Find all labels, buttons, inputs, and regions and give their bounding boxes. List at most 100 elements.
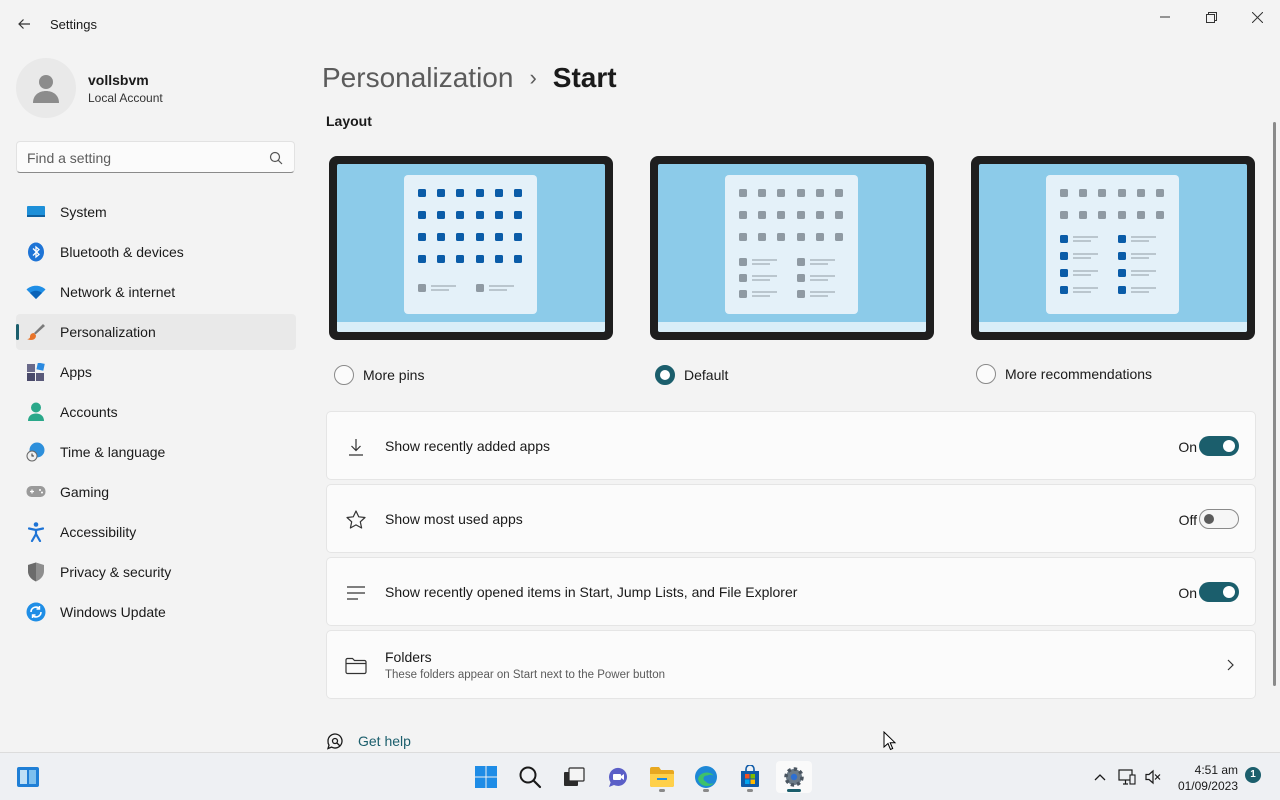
system-icon <box>26 202 46 222</box>
volume-button[interactable] <box>1142 753 1164 800</box>
sidebar-item-gaming[interactable]: Gaming <box>16 474 296 510</box>
user-icon <box>33 75 59 103</box>
layout-preview-more-pins[interactable] <box>329 156 613 340</box>
setting-folders[interactable]: Folders These folders appear on Start ne… <box>326 630 1256 699</box>
radio-label: More recommendations <box>1005 366 1153 382</box>
sidebar-item-label: Personalization <box>60 324 156 340</box>
edge-icon <box>695 766 717 788</box>
chevron-right-icon <box>1227 659 1234 671</box>
file-explorer-icon <box>650 767 674 787</box>
layout-section-title: Layout <box>326 113 372 129</box>
volume-muted-icon <box>1145 769 1161 785</box>
sidebar-item-label: System <box>60 204 107 220</box>
chat-button[interactable] <box>600 761 636 793</box>
sidebar-item-label: Windows Update <box>60 604 166 620</box>
apps-icon <box>26 362 46 382</box>
widgets-button[interactable] <box>10 753 46 800</box>
sidebar-item-apps[interactable]: Apps <box>16 354 296 390</box>
shield-icon <box>26 562 46 582</box>
sidebar-item-label: Privacy & security <box>60 564 172 580</box>
network-status-button[interactable] <box>1116 753 1138 800</box>
taskbar-search-button[interactable] <box>512 761 548 793</box>
update-icon <box>26 602 46 622</box>
store-button[interactable] <box>732 761 768 793</box>
settings-button[interactable] <box>776 761 812 793</box>
toggle-switch[interactable] <box>1199 509 1239 529</box>
mouse-cursor-icon <box>883 731 897 751</box>
sidebar-item-system[interactable]: System <box>16 194 296 230</box>
sidebar-item-network[interactable]: Network & internet <box>16 274 296 310</box>
sidebar-item-label: Accounts <box>60 404 118 420</box>
clock-date: 01/09/2023 <box>1177 779 1238 793</box>
radio-label: Default <box>684 367 729 383</box>
breadcrumb-separator: › <box>529 65 537 90</box>
sidebar-item-windows-update[interactable]: Windows Update <box>16 594 296 630</box>
accessibility-icon <box>26 522 46 542</box>
minimize-icon <box>1160 16 1170 18</box>
store-icon <box>741 765 759 787</box>
close-icon <box>1251 11 1263 23</box>
setting-label: Show recently added apps <box>385 438 550 454</box>
search-icon <box>519 766 542 789</box>
sidebar-item-accessibility[interactable]: Accessibility <box>16 514 296 550</box>
sidebar-item-label: Bluetooth & devices <box>60 244 184 260</box>
start-button[interactable] <box>468 761 504 793</box>
account-type: Local Account <box>88 91 163 105</box>
clock[interactable]: 4:51 am 01/09/2023 <box>1168 762 1238 794</box>
task-view-button[interactable] <box>556 761 592 793</box>
show-hidden-icons-button[interactable] <box>1090 753 1110 800</box>
clock-time: 4:51 am <box>1194 763 1238 777</box>
sidebar-item-personalization[interactable]: Personalization <box>16 314 296 350</box>
task-view-icon <box>564 767 585 786</box>
setting-recently-opened-items[interactable]: Show recently opened items in Start, Jum… <box>326 557 1256 626</box>
setting-description: These folders appear on Start next to th… <box>385 669 666 681</box>
search-input[interactable] <box>27 148 257 168</box>
setting-label: Show most used apps <box>385 511 523 527</box>
radio-more-recommendations[interactable]: More recommendations <box>976 363 1152 385</box>
sidebar-item-label: Apps <box>60 364 92 380</box>
sidebar-item-bluetooth[interactable]: Bluetooth & devices <box>16 234 296 270</box>
radio-default[interactable]: Default <box>655 364 728 386</box>
toggle-state-text: On <box>1178 439 1197 455</box>
title-bar: Settings <box>0 0 1280 48</box>
minimize-button[interactable] <box>1142 4 1188 30</box>
bluetooth-icon <box>26 242 46 262</box>
chevron-up-icon <box>1094 774 1106 781</box>
radio-more-pins[interactable]: More pins <box>334 364 424 386</box>
radio-button[interactable] <box>976 364 996 384</box>
widgets-icon <box>17 767 39 787</box>
help-icon <box>326 733 343 750</box>
download-icon <box>345 436 367 458</box>
layout-preview-more-recommendations[interactable] <box>971 156 1255 340</box>
breadcrumb-parent[interactable]: Personalization <box>322 62 513 94</box>
close-button[interactable] <box>1234 4 1280 30</box>
toggle-switch[interactable] <box>1199 436 1239 456</box>
radio-button[interactable] <box>655 365 675 385</box>
breadcrumb: Personalization › Start <box>322 58 617 98</box>
setting-most-used-apps[interactable]: Show most used apps Off <box>326 484 1256 553</box>
file-explorer-button[interactable] <box>644 761 680 793</box>
brush-icon <box>26 322 46 342</box>
sidebar-item-privacy[interactable]: Privacy & security <box>16 554 296 590</box>
avatar <box>16 58 76 118</box>
layout-preview-default[interactable] <box>650 156 934 340</box>
settings-icon <box>784 767 804 787</box>
back-button[interactable] <box>10 10 38 38</box>
setting-recently-added-apps[interactable]: Show recently added apps On <box>326 411 1256 480</box>
search-icon <box>269 151 283 165</box>
toggle-switch[interactable] <box>1199 582 1239 602</box>
user-profile[interactable]: vollsbvm Local Account <box>16 58 296 120</box>
restore-button[interactable] <box>1188 4 1234 30</box>
scrollbar[interactable] <box>1273 122 1276 686</box>
folder-icon <box>345 655 367 677</box>
app-title: Settings <box>50 17 97 32</box>
sidebar-item-accounts[interactable]: Accounts <box>16 394 296 430</box>
radio-button[interactable] <box>334 365 354 385</box>
sidebar-item-time-language[interactable]: Time & language <box>16 434 296 470</box>
notification-badge[interactable]: 1 <box>1245 767 1261 783</box>
get-help-link[interactable]: Get help <box>326 731 411 751</box>
search-box[interactable] <box>16 141 295 173</box>
star-icon <box>345 509 367 531</box>
start-icon <box>475 766 497 788</box>
edge-button[interactable] <box>688 761 724 793</box>
